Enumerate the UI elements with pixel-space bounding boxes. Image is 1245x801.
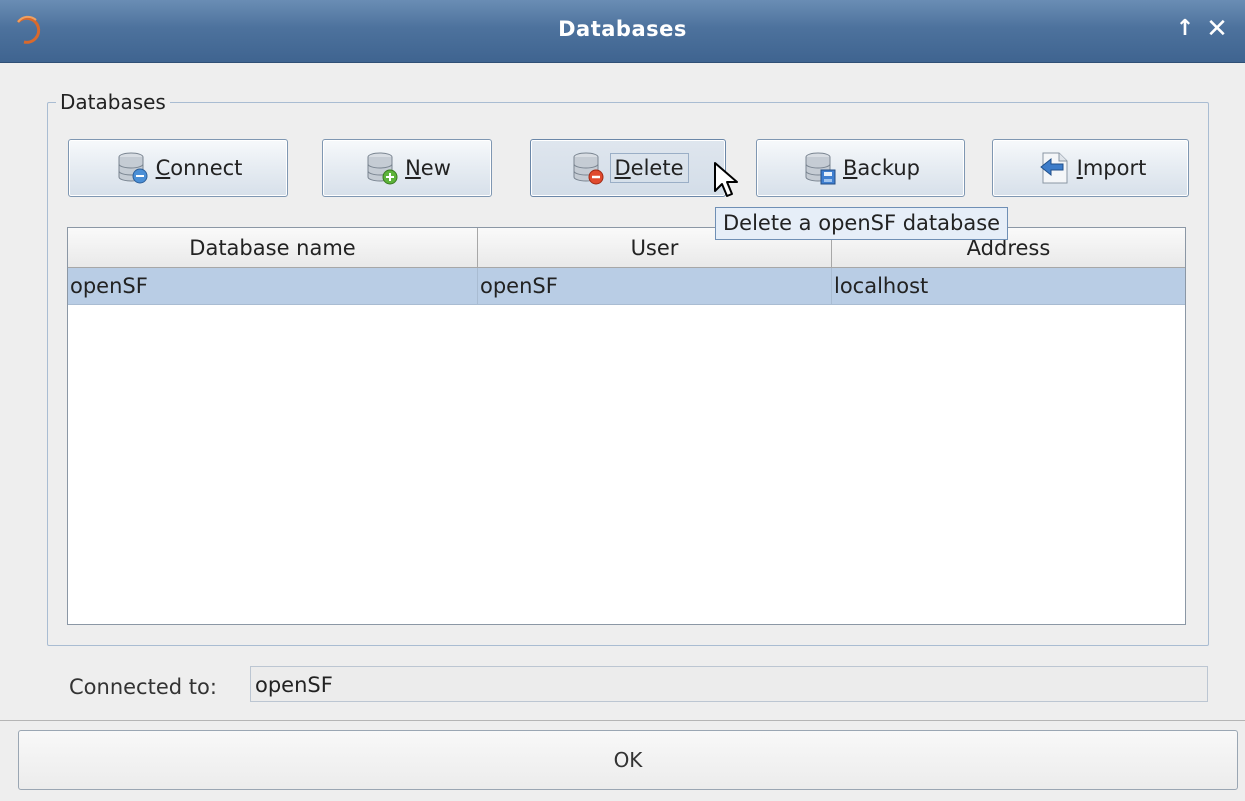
delete-button[interactable]: Delete [530,139,726,197]
new-label: ew [420,156,451,180]
table-row[interactable]: openSF openSF localhost [68,268,1185,305]
connect-button[interactable]: Connect [68,139,288,197]
delete-label: elete [630,156,684,180]
close-icon[interactable]: ✕ [1204,14,1230,44]
delete-mnemonic: D [614,156,631,180]
cell-user: openSF [478,268,832,304]
database-delete-icon [573,152,603,185]
cell-database-name: openSF [68,268,478,304]
connect-mnemonic: C [155,156,171,180]
import-icon [1039,152,1068,184]
database-add-icon [367,152,398,185]
up-arrow-icon[interactable]: ↑ [1172,14,1198,44]
new-mnemonic: N [405,156,421,180]
backup-button[interactable]: Backup [756,139,965,197]
ok-button[interactable]: OK [18,730,1238,790]
database-connect-icon [118,152,148,184]
table-header: Database name User Address [68,228,1185,268]
connected-to-label: Connected to: [69,675,217,699]
cell-address: localhost [834,274,929,298]
new-button[interactable]: New [322,139,492,197]
backup-label: ackup [857,156,920,180]
connect-label: onnect [170,156,243,180]
import-button[interactable]: Import [992,139,1189,197]
column-header-database-name[interactable]: Database name [68,228,478,267]
connected-to-field: openSF [250,666,1208,702]
database-backup-icon [805,152,836,185]
mouse-pointer-icon [714,162,738,197]
title-bar[interactable]: Databases ↑ ✕ [0,0,1245,63]
import-label: mport [1082,156,1147,180]
separator [0,720,1245,721]
backup-mnemonic: B [843,156,858,180]
delete-tooltip: Delete a openSF database [715,207,1009,240]
window-title: Databases [558,17,687,41]
group-title: Databases [56,90,170,114]
databases-table[interactable]: Database name User Address openSF openSF… [67,227,1186,625]
